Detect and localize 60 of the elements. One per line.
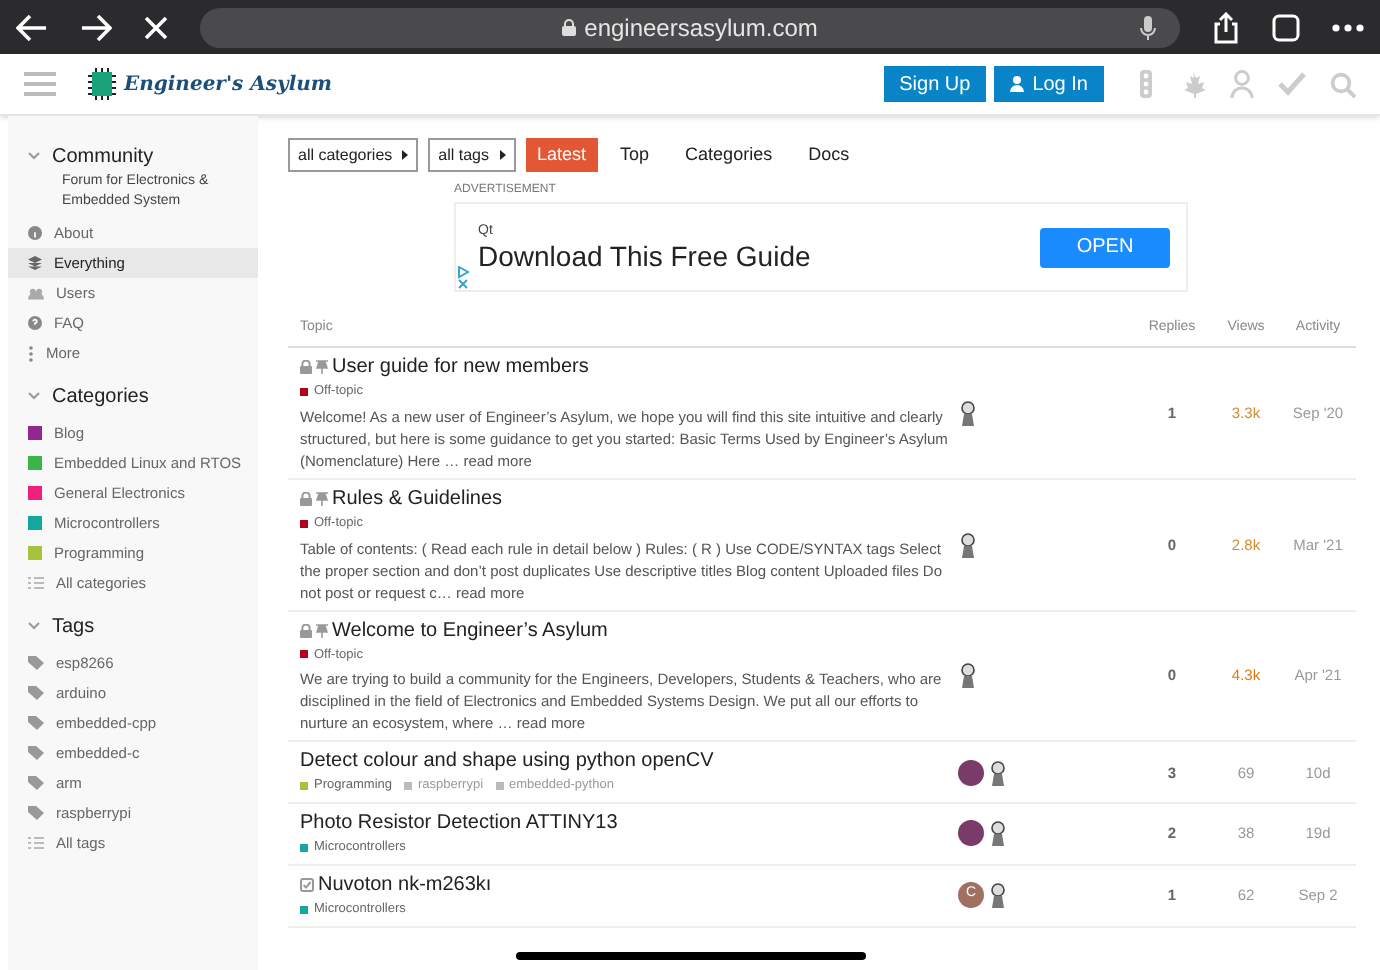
- section-heading[interactable]: Community: [52, 141, 154, 171]
- info-icon: [28, 226, 42, 240]
- lock-icon: [562, 18, 577, 36]
- topic-title[interactable]: Welcome to Engineer’s Asylum: [332, 617, 608, 643]
- topic-title[interactable]: Photo Resistor Detection ATTINY13: [300, 810, 618, 836]
- chevron-down-icon[interactable]: [28, 392, 40, 400]
- filter-dropdown[interactable]: all categories: [288, 138, 419, 172]
- user-icon: [1010, 76, 1025, 92]
- list-icon: [28, 836, 44, 850]
- topic-title[interactable]: User guide for new members: [332, 354, 589, 380]
- vertical-dots-icon: [28, 345, 34, 361]
- signup-button[interactable]: Sign Up: [883, 66, 987, 102]
- adchoices-icon[interactable]: [458, 266, 470, 290]
- open-button[interactable]: OPEN: [1040, 227, 1170, 267]
- chevron-down-icon[interactable]: [28, 622, 40, 630]
- nav-tab[interactable]: Docs: [794, 138, 864, 172]
- question-icon: [28, 316, 42, 330]
- topic-title[interactable]: Nuvoton nk-m263kı: [318, 871, 492, 898]
- share-icon[interactable]: [1212, 11, 1240, 43]
- category-swatch: [28, 456, 42, 470]
- cartoon-figure-icon[interactable]: [958, 399, 978, 426]
- caret-icon: [499, 150, 505, 160]
- logo-text: Engineer's Asylum: [124, 71, 332, 99]
- topic-title[interactable]: Detect colour and shape using python openCV: [300, 748, 714, 775]
- site-logo[interactable]: Engineer's Asylum: [88, 68, 332, 100]
- avatar-placeholder[interactable]: [958, 759, 984, 786]
- category-swatch: [28, 486, 42, 500]
- cartoon-figure-icon[interactable]: [988, 759, 1008, 786]
- chip-icon: [88, 68, 116, 100]
- checkmark-icon[interactable]: [1278, 72, 1306, 96]
- category-swatch: [28, 546, 42, 560]
- ad-headline: Download This Free Guide: [478, 240, 813, 272]
- list-icon: [28, 576, 44, 590]
- stop-icon[interactable]: [144, 15, 168, 39]
- users-icon: [28, 287, 44, 299]
- back-icon[interactable]: [16, 13, 48, 41]
- login-button[interactable]: Log In: [994, 66, 1104, 102]
- cartoon-figure-icon[interactable]: [958, 531, 978, 558]
- category-swatch: [28, 426, 42, 440]
- topic-title[interactable]: Rules & Guidelines: [332, 485, 503, 512]
- chevron-down-icon[interactable]: [28, 152, 40, 160]
- nav-tab[interactable]: Categories: [671, 138, 787, 172]
- tabs-icon[interactable]: [1272, 13, 1300, 41]
- cartoon-figure-icon[interactable]: [988, 820, 1008, 847]
- layers-icon: [28, 256, 42, 270]
- section-heading[interactable]: Tags: [52, 611, 95, 641]
- cartoon-figure-icon[interactable]: [958, 662, 978, 689]
- nav-tab[interactable]: Top: [606, 138, 664, 172]
- address-bar[interactable]: engineersasylum.com: [200, 7, 1180, 47]
- category-swatch: [28, 516, 42, 530]
- forward-icon[interactable]: [80, 13, 112, 41]
- cartoon-figure-icon[interactable]: [988, 882, 1008, 909]
- caret-icon: [402, 150, 409, 160]
- section-heading[interactable]: Categories: [52, 381, 149, 411]
- more-icon[interactable]: [1332, 23, 1364, 31]
- filter-dropdown[interactable]: all tags: [428, 138, 515, 172]
- nav-tab[interactable]: Latest: [525, 138, 599, 172]
- microphone-icon[interactable]: [1140, 15, 1156, 39]
- url-text: engineersasylum.com: [584, 11, 818, 45]
- avatar-placeholder[interactable]: [958, 820, 984, 847]
